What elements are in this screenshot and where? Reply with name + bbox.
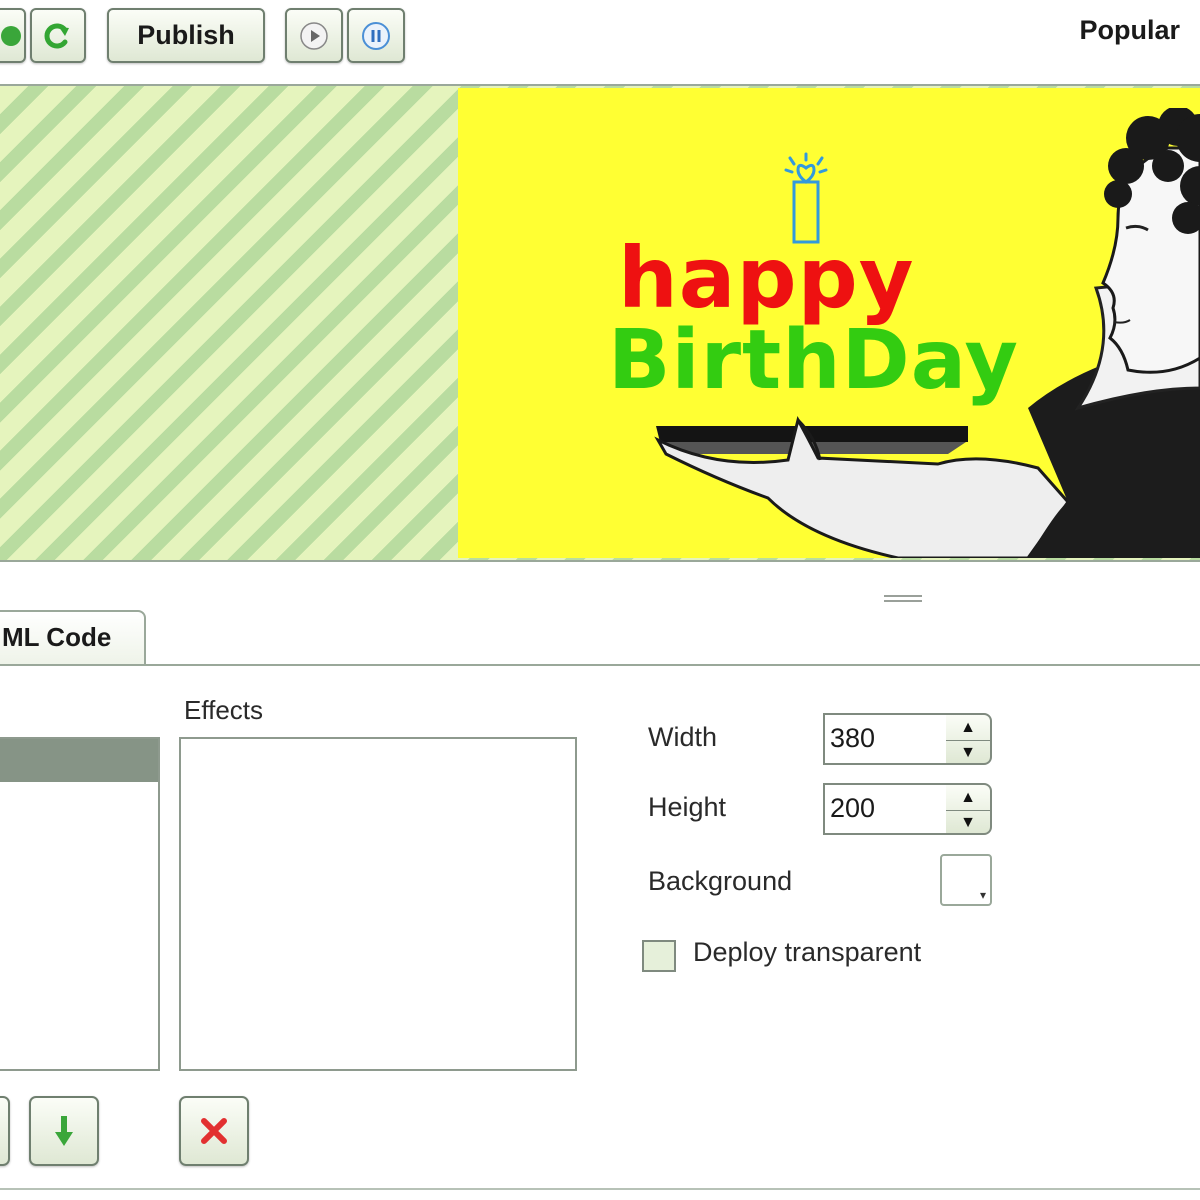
play-green-icon xyxy=(1,25,21,46)
vintage-woman-illustration xyxy=(654,108,1200,558)
height-decrement-button[interactable]: ▼ xyxy=(946,810,990,835)
width-label: Width xyxy=(648,722,718,752)
dropdown-arrow-icon: ▾ xyxy=(979,888,986,902)
publish-button[interactable]: Publish xyxy=(107,8,265,63)
redo-icon xyxy=(44,23,69,48)
move-down-icon xyxy=(55,1116,73,1146)
background-color-picker[interactable]: ▾ xyxy=(940,854,992,906)
birthday-banner[interactable]: happy BirthDay xyxy=(458,88,1200,558)
effects-label: Effects xyxy=(184,695,264,725)
deploy-transparent-label[interactable]: Deploy transparent xyxy=(693,937,921,968)
bottom-divider xyxy=(0,1188,1200,1190)
move-down-button[interactable] xyxy=(29,1096,99,1166)
height-stepper[interactable]: ▲ ▼ xyxy=(946,783,992,835)
toolbar: Publish Popular xyxy=(0,0,1200,84)
tab-html-code[interactable]: ML Code xyxy=(0,610,146,666)
play-button[interactable] xyxy=(285,8,343,63)
effects-list[interactable] xyxy=(179,737,577,1071)
background-label: Background xyxy=(648,866,793,896)
deploy-transparent-checkbox[interactable] xyxy=(642,940,676,972)
height-field[interactable]: 200 xyxy=(823,783,948,835)
selected-layer-row[interactable] xyxy=(0,739,158,782)
panel-splitter-handle[interactable] xyxy=(884,592,922,606)
width-stepper[interactable]: ▲ ▼ xyxy=(946,713,992,765)
delete-effect-button[interactable] xyxy=(179,1096,249,1166)
arrow-down-icon: ▼ xyxy=(960,813,976,831)
popular-link[interactable]: Popular xyxy=(1030,10,1180,50)
arrow-down-icon: ▼ xyxy=(960,743,976,761)
delete-icon xyxy=(201,1118,227,1144)
height-label: Height xyxy=(648,792,727,822)
tab-divider xyxy=(0,664,1200,666)
play-icon xyxy=(300,21,328,50)
height-increment-button[interactable]: ▲ xyxy=(946,785,990,811)
arrow-up-icon: ▲ xyxy=(960,718,976,736)
width-field[interactable]: 380 xyxy=(823,713,948,765)
play-green-button[interactable] xyxy=(0,8,26,63)
pause-button[interactable] xyxy=(347,8,405,63)
pause-icon xyxy=(362,21,390,50)
move-up-button[interactable] xyxy=(0,1096,10,1166)
arrow-up-icon: ▲ xyxy=(960,788,976,806)
width-decrement-button[interactable]: ▼ xyxy=(946,740,990,765)
layers-list[interactable] xyxy=(0,737,160,1071)
redo-button[interactable] xyxy=(30,8,86,63)
width-increment-button[interactable]: ▲ xyxy=(946,715,990,741)
